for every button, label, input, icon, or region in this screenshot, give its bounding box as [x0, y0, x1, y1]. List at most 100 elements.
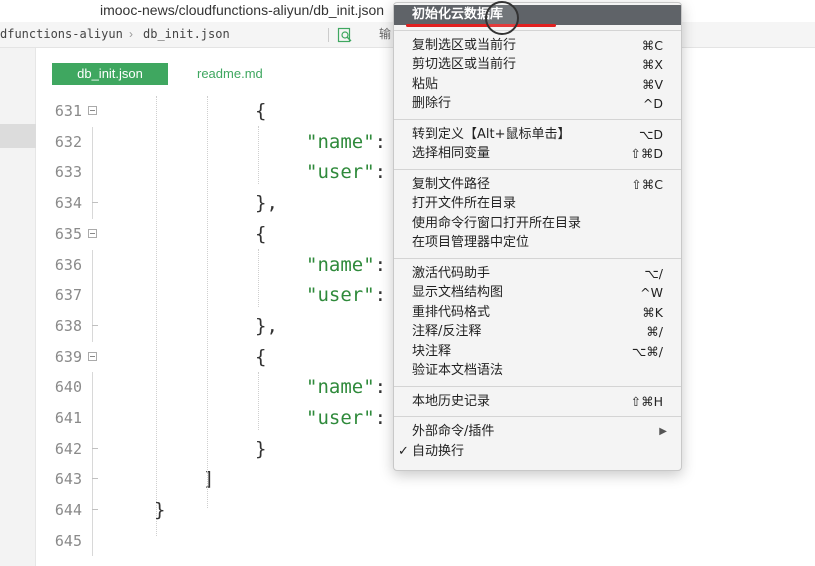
line-number: 638 — [54, 316, 82, 335]
breadcrumb-file[interactable]: db_init.json — [143, 22, 230, 47]
menu-separator — [394, 29, 681, 31]
menu-item[interactable]: 复制选区或当前行 ⌘C — [394, 36, 681, 56]
line-number: 635 — [54, 224, 82, 243]
breadcrumb-separator: › — [129, 27, 133, 41]
menu-separator — [394, 118, 681, 120]
code-text[interactable]: "user": — [306, 403, 386, 433]
fold-guide-line — [92, 403, 93, 434]
fold-end-marker — [92, 447, 98, 449]
indent-guide — [258, 126, 259, 184]
left-gutter — [0, 48, 36, 566]
menu-item-label: 在项目管理器中定位 — [412, 235, 530, 250]
code-text[interactable]: } — [255, 434, 266, 464]
line-number: 644 — [54, 501, 82, 520]
line-number: 640 — [54, 378, 82, 397]
fold-guide-line — [92, 188, 93, 219]
menu-item[interactable]: 块注释 ⌥⌘/ — [394, 342, 681, 362]
line-number: 641 — [54, 409, 82, 427]
code-line[interactable]: 644} — [36, 495, 815, 526]
json-key: "name" — [306, 253, 375, 276]
menu-item-shortcut: ⌘/ — [646, 324, 663, 339]
fold-toggle-icon[interactable] — [88, 351, 97, 361]
code-text[interactable]: "name": — [306, 250, 386, 280]
menu-item-label: 注释/反注释 — [412, 324, 482, 339]
menu-item-label: 外部命令/插件 — [412, 424, 495, 439]
menu-item[interactable]: 转到定义【Alt+鼠标单击】 ⌥D — [394, 125, 681, 145]
code-text[interactable]: ] — [203, 464, 214, 494]
toolbar-divider — [328, 28, 329, 42]
menu-item[interactable]: 选择相同变量 ⇧⌘D — [394, 144, 681, 164]
menu-item[interactable]: 粘贴 ⌘V — [394, 75, 681, 95]
menu-item-label: 重排代码格式 — [412, 304, 491, 320]
menu-item[interactable]: ✓ 自动换行 — [394, 442, 681, 462]
code-text[interactable]: }, — [255, 188, 278, 218]
menu-item[interactable]: 激活代码助手 ⌥/ — [394, 264, 681, 284]
tab-db-init-json[interactable]: db_init.json — [52, 63, 168, 85]
submenu-arrow-icon: ▶ — [659, 426, 667, 437]
menu-item-shortcut: ⌘K — [642, 304, 663, 320]
json-colon: : — [374, 407, 387, 429]
code-text[interactable]: "name": — [306, 372, 386, 402]
menu-item[interactable]: 显示文档结构图 ^W — [394, 283, 681, 303]
indent-guide — [207, 96, 208, 508]
menu-item[interactable]: 在项目管理器中定位 — [394, 233, 681, 253]
code-text[interactable]: "user": — [306, 280, 386, 310]
menu-item[interactable]: 打开文件所在目录 — [394, 194, 681, 214]
menu-item-shortcut: ⌘C — [641, 37, 663, 53]
fold-guide-line — [92, 464, 93, 496]
menu-item[interactable]: 复制文件路径 ⇧⌘C — [394, 175, 681, 195]
menu-item-label: 复制选区或当前行 — [412, 37, 517, 53]
tab-readme-md[interactable]: readme.md — [181, 63, 279, 85]
json-colon: : — [374, 130, 387, 153]
menu-item[interactable]: 注释/反注释 ⌘/ — [394, 322, 681, 342]
code-text[interactable]: { — [255, 342, 266, 372]
code-text[interactable]: { — [255, 96, 266, 126]
line-number: 636 — [54, 255, 82, 274]
code-text[interactable]: "user": — [306, 157, 386, 187]
code-text[interactable]: }, — [255, 311, 278, 341]
menu-item-label: 选择相同变量 — [412, 146, 491, 161]
menu-item-shortcut: ⇧⌘H — [630, 393, 663, 409]
menu-item[interactable]: 外部命令/插件 ▶ — [394, 422, 681, 442]
json-colon: : — [374, 284, 387, 307]
gutter-highlight — [0, 124, 36, 148]
menu-item-label: 复制文件路径 — [412, 176, 491, 192]
json-key: "user" — [306, 161, 375, 184]
line-number: 631 — [54, 102, 82, 120]
code-text[interactable]: { — [255, 219, 266, 249]
menu-item[interactable]: 使用命令行窗口打开所在目录 — [394, 214, 681, 234]
code-line[interactable]: 645 — [36, 525, 815, 557]
menu-item-label: 剪切选区或当前行 — [412, 57, 517, 72]
breadcrumb-folder[interactable]: dfunctions-aliyun — [0, 22, 123, 47]
preview-search-icon[interactable] — [337, 27, 353, 43]
json-colon: : — [374, 376, 387, 399]
code-text[interactable]: "name": — [306, 127, 386, 157]
fold-toggle-icon[interactable] — [88, 228, 97, 238]
menu-item[interactable]: 剪切选区或当前行 ⌘X — [394, 55, 681, 75]
line-number: 632 — [54, 132, 82, 151]
indent-guide — [258, 372, 259, 430]
mouse-cursor-ring — [485, 1, 519, 35]
menu-item[interactable]: 验证本文档语法 — [394, 361, 681, 381]
json-key: "name" — [306, 130, 375, 153]
menu-item-init-cloud-db[interactable]: 初始化云数据库 — [394, 5, 681, 25]
menu-item-shortcut: ^D — [642, 96, 663, 111]
menu-item[interactable]: 重排代码格式 ⌘K — [394, 303, 681, 323]
fold-toggle-icon[interactable] — [88, 106, 97, 115]
menu-item[interactable]: 删除行 ^D — [394, 94, 681, 114]
menu-item-label: 激活代码助手 — [412, 265, 491, 281]
indent-guide — [258, 249, 259, 307]
menu-separator — [394, 416, 681, 417]
line-number: 634 — [54, 194, 82, 213]
json-key: "user" — [306, 407, 375, 429]
menu-item[interactable]: 本地历史记录 ⇧⌘H — [394, 392, 681, 412]
json-key: "user" — [306, 284, 375, 307]
menu-item-label: 显示文档结构图 — [412, 285, 504, 300]
fold-guide-line — [92, 126, 93, 158]
menu-item-label: 打开文件所在目录 — [412, 196, 517, 211]
window-title: imooc-news/cloudfunctions-aliyun/db_init… — [100, 2, 385, 18]
fold-guide-line — [92, 249, 93, 281]
menu-separator — [394, 385, 681, 387]
toolbar-label[interactable]: 输 — [379, 22, 391, 47]
fold-guide-line — [92, 372, 93, 403]
